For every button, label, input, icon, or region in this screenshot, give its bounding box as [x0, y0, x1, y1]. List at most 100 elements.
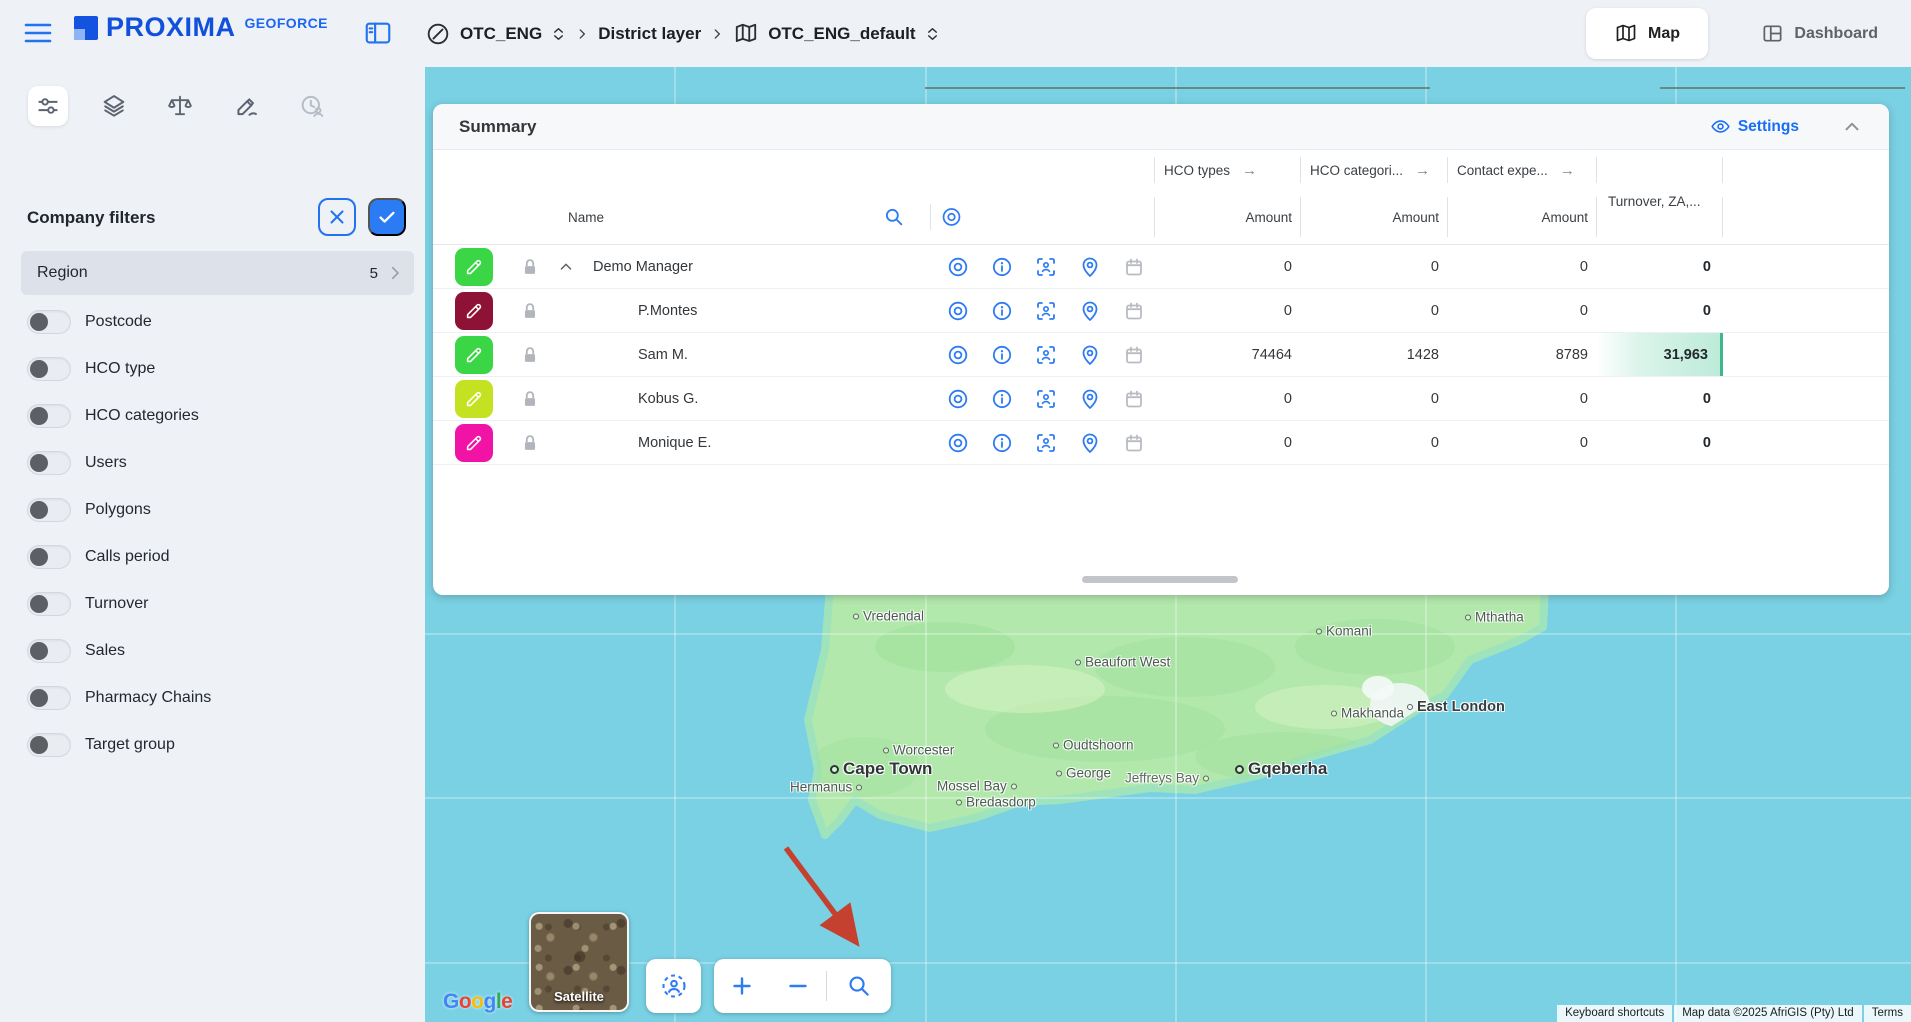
toggle-label: Pharmacy Chains [85, 689, 211, 707]
sidebar-toggle-icon[interactable] [363, 18, 393, 48]
edit-color-button[interactable] [455, 424, 493, 462]
focus-user-icon[interactable] [1034, 299, 1058, 323]
map-data-text: Map data ©2025 AfriGIS (Pty) Ltd [1674, 1005, 1861, 1022]
toggle-label: Postcode [85, 313, 152, 331]
keyboard-shortcuts-link[interactable]: Keyboard shortcuts [1557, 1005, 1672, 1022]
visibility-icon[interactable] [946, 431, 970, 455]
location-pin-icon[interactable] [1078, 343, 1102, 367]
calendar-icon[interactable] [1122, 299, 1146, 323]
info-icon[interactable] [990, 387, 1014, 411]
menu-icon[interactable] [24, 22, 52, 44]
city-marker-icon [853, 613, 859, 619]
map-tab-label: Map [1648, 25, 1680, 43]
city-marker-icon [1075, 659, 1081, 665]
locate-icon [660, 972, 688, 1000]
column-arrow-icon[interactable]: → [1415, 162, 1430, 179]
map-canvas[interactable]: Vredendal Beaufort West Komani Mthatha E… [425, 67, 1911, 1022]
calendar-icon[interactable] [1122, 343, 1146, 367]
zoom-in-button[interactable] [714, 959, 770, 1013]
toggle-switch[interactable] [27, 686, 71, 710]
location-pin-icon[interactable] [1078, 255, 1102, 279]
settings-button[interactable]: Settings [1710, 116, 1799, 137]
horizontal-scrollbar[interactable] [1082, 576, 1238, 583]
lock-icon[interactable] [519, 432, 541, 454]
visibility-icon[interactable] [946, 255, 970, 279]
column-hco-types[interactable]: HCO types→ [1154, 150, 1300, 190]
tab-compare[interactable] [160, 86, 200, 126]
info-icon[interactable] [990, 343, 1014, 367]
breadcrumb-map[interactable]: OTC_ENG_default [768, 24, 915, 44]
zoom-out-button[interactable] [770, 959, 826, 1013]
toggle-switch[interactable] [27, 498, 71, 522]
search-icon[interactable] [883, 206, 905, 228]
toggle-label: Users [85, 454, 127, 472]
map-label-worcester: Worcester [883, 743, 954, 758]
tab-filters[interactable] [28, 86, 68, 126]
satellite-layer-button[interactable]: Satellite [529, 912, 629, 1012]
toggle-switch[interactable] [27, 451, 71, 475]
calendar-icon[interactable] [1122, 255, 1146, 279]
visibility-column-icon[interactable] [940, 206, 963, 229]
tab-draw[interactable] [226, 86, 266, 126]
tab-map[interactable]: Map [1586, 8, 1708, 59]
focus-user-icon[interactable] [1034, 343, 1058, 367]
column-arrow-icon[interactable]: → [1560, 162, 1575, 179]
location-pin-icon[interactable] [1078, 299, 1102, 323]
my-location-button[interactable] [646, 959, 701, 1013]
toggle-switch[interactable] [27, 357, 71, 381]
project-select-icon[interactable] [551, 25, 566, 43]
toggle-switch[interactable] [27, 404, 71, 428]
edit-color-button[interactable] [455, 336, 493, 374]
map-select-icon[interactable] [925, 25, 940, 43]
filter-row-hco-type: HCO type [27, 357, 211, 381]
lock-icon[interactable] [519, 256, 541, 278]
info-icon[interactable] [990, 255, 1014, 279]
focus-user-icon[interactable] [1034, 387, 1058, 411]
google-letter: o [459, 990, 471, 1013]
collapse-panel-icon[interactable] [1841, 116, 1863, 138]
google-logo[interactable]: Google [443, 990, 512, 1014]
collapse-group-icon[interactable] [557, 258, 575, 276]
visibility-icon[interactable] [946, 387, 970, 411]
toggle-switch[interactable] [27, 733, 71, 757]
visibility-icon[interactable] [946, 299, 970, 323]
location-pin-icon[interactable] [1078, 387, 1102, 411]
lock-icon[interactable] [519, 388, 541, 410]
tab-history[interactable] [292, 86, 332, 126]
pencil-icon [463, 256, 485, 278]
region-filter[interactable]: Region 5 [21, 251, 414, 295]
edit-color-button[interactable] [455, 292, 493, 330]
calendar-icon[interactable] [1122, 387, 1146, 411]
map-search-button[interactable] [827, 959, 891, 1013]
column-hco-categories[interactable]: HCO categori...→ [1300, 150, 1447, 190]
lock-icon[interactable] [519, 300, 541, 322]
info-icon[interactable] [990, 299, 1014, 323]
location-pin-icon[interactable] [1078, 431, 1102, 455]
breadcrumb-section[interactable]: District layer [598, 24, 701, 44]
row-name: Demo Manager [593, 259, 693, 275]
edit-color-button[interactable] [455, 380, 493, 418]
column-contact-expenses[interactable]: Contact expe...→ [1447, 150, 1596, 190]
map-label-bredasdorp: Bredasdorp [956, 795, 1036, 810]
terms-link[interactable]: Terms [1864, 1005, 1911, 1022]
lock-icon[interactable] [519, 344, 541, 366]
toggle-switch[interactable] [27, 639, 71, 663]
amount-cell: 0 [1154, 377, 1300, 420]
visibility-icon[interactable] [946, 343, 970, 367]
focus-user-icon[interactable] [1034, 431, 1058, 455]
info-icon[interactable] [990, 431, 1014, 455]
edit-color-button[interactable] [455, 248, 493, 286]
toggle-switch[interactable] [27, 310, 71, 334]
toggle-switch[interactable] [27, 545, 71, 569]
column-arrow-icon[interactable]: → [1242, 162, 1257, 179]
apply-filters-button[interactable] [368, 198, 406, 236]
toggle-switch[interactable] [27, 592, 71, 616]
breadcrumb-project[interactable]: OTC_ENG [460, 24, 542, 44]
map-tab-icon [1614, 22, 1638, 46]
table-row: P.Montes 0 0 0 0 [433, 289, 1889, 333]
calendar-icon[interactable] [1122, 431, 1146, 455]
tab-layers[interactable] [94, 86, 134, 126]
clear-filters-button[interactable] [318, 198, 356, 236]
focus-user-icon[interactable] [1034, 255, 1058, 279]
tab-dashboard[interactable]: Dashboard [1761, 8, 1878, 59]
